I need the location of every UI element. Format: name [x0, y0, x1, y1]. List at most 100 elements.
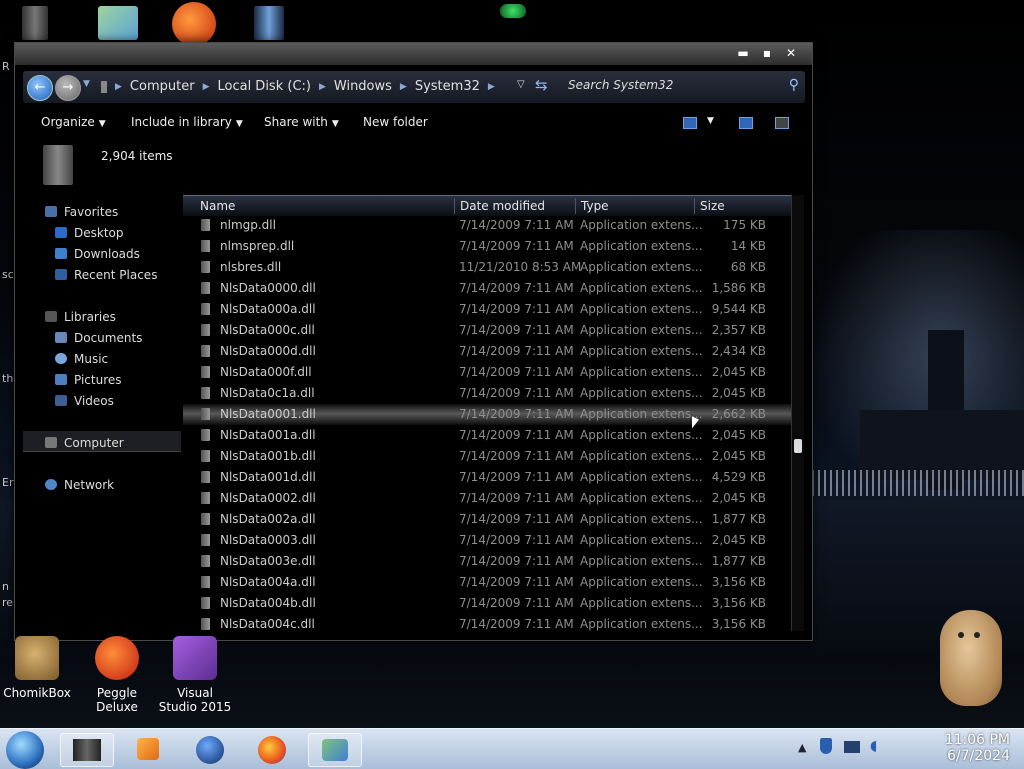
file-row[interactable]: NlsData004b.dll 7/14/2009 7:11 AM Applicat… — [183, 593, 791, 614]
search-icon[interactable]: ⚲ — [789, 77, 799, 93]
new-folder-button[interactable]: New folder — [363, 115, 428, 129]
nav-computer[interactable]: Computer — [45, 436, 124, 450]
file-row[interactable]: NlsData0000.dll 7/14/2009 7:11 AM Applicat… — [183, 278, 791, 299]
blue-tower-icon[interactable] — [254, 6, 284, 40]
file-row[interactable]: NlsData0002.dll 7/14/2009 7:11 AM Applicat… — [183, 488, 791, 509]
file-row[interactable]: NlsData0c1a.dll 7/14/2009 7:11 AM Applicat… — [183, 383, 791, 404]
breadcrumb-separator-icon[interactable]: ▶ — [203, 82, 210, 92]
file-size: 2,045 KB — [711, 365, 766, 379]
computer-tower-icon[interactable] — [22, 6, 48, 40]
include-in-library-button[interactable]: Include in library ▼ — [131, 115, 243, 129]
file-name: NlsData004c.dll — [220, 617, 315, 631]
file-row[interactable]: NlsData001b.dll 7/14/2009 7:11 AM Applicat… — [183, 446, 791, 467]
taskbar-globe[interactable] — [184, 733, 236, 765]
breadcrumb-separator-icon[interactable]: ▶ — [488, 82, 495, 92]
file-row[interactable]: NlsData000a.dll 7/14/2009 7:11 AM Applicat… — [183, 299, 791, 320]
file-row[interactable]: NlsData0001.dll 7/14/2009 7:11 AM Applicat… — [183, 404, 791, 425]
show-hidden-icons[interactable]: ▲ — [798, 741, 806, 754]
preview-pane-icon[interactable] — [739, 117, 753, 129]
column-divider[interactable] — [454, 198, 455, 214]
nav-favorites[interactable]: Favorites — [45, 205, 118, 219]
shield-icon[interactable] — [820, 738, 832, 754]
dll-file-icon — [201, 408, 210, 420]
file-row[interactable]: nlsbres.dll 11/21/2010 8:53 AM Application… — [183, 257, 791, 278]
nav-desktop[interactable]: Desktop — [55, 226, 124, 240]
breadcrumb-separator-icon[interactable]: ▶ — [400, 82, 407, 92]
column-type[interactable]: Type — [581, 199, 609, 213]
breadcrumb[interactable]: ▶ Computer ▶ Local Disk (C:) ▶ Windows ▶… — [101, 79, 495, 94]
breadcrumb-separator-icon[interactable]: ▶ — [115, 82, 122, 92]
view-options-chevron-icon[interactable]: ▼ — [707, 116, 714, 126]
nav-network[interactable]: Network — [45, 478, 114, 492]
file-row[interactable]: NlsData003e.dll 7/14/2009 7:11 AM Applicat… — [183, 551, 791, 572]
share-with-button[interactable]: Share with ▼ — [264, 115, 339, 129]
desktop-icon-chomikbox[interactable]: ChomikBox — [0, 636, 74, 700]
forward-button[interactable]: → — [55, 75, 81, 101]
volume-icon[interactable]: ◖ — [870, 738, 877, 754]
column-name[interactable]: Name — [200, 199, 235, 213]
column-divider[interactable] — [694, 198, 695, 214]
column-divider[interactable] — [575, 198, 576, 214]
globe-icon — [196, 736, 224, 764]
file-row[interactable]: NlsData001a.dll 7/14/2009 7:11 AM Applicat… — [183, 425, 791, 446]
help-icon[interactable] — [775, 117, 789, 129]
display-icon[interactable] — [844, 741, 860, 753]
details-header: 2,904 items — [15, 141, 812, 191]
minimize-button[interactable]: ▬ — [733, 45, 753, 61]
file-row[interactable]: NlsData004a.dll 7/14/2009 7:11 AM Applicat… — [183, 572, 791, 593]
system-clock[interactable]: 11:06 PM 6/7/2024 — [900, 732, 1010, 764]
column-size[interactable]: Size — [700, 199, 725, 213]
nav-documents[interactable]: Documents — [55, 331, 142, 345]
breadcrumb-local-disk[interactable]: Local Disk (C:) — [217, 79, 310, 94]
file-row[interactable]: NlsData001d.dll 7/14/2009 7:11 AM Applicat… — [183, 467, 791, 488]
nav-pictures[interactable]: Pictures — [55, 373, 122, 387]
file-row[interactable]: NlsData000f.dll 7/14/2009 7:11 AM Applicat… — [183, 362, 791, 383]
peggle-top-icon[interactable] — [172, 2, 216, 46]
breadcrumb-windows[interactable]: Windows — [334, 79, 392, 94]
explorer-window[interactable]: ▬ ▪ ✕ ← → ▼ ▶ Computer ▶ Local Disk (C:)… — [14, 42, 813, 641]
nav-videos[interactable]: Videos — [55, 394, 114, 408]
refresh-icon[interactable]: ⇆ — [535, 76, 548, 94]
file-row[interactable]: NlsData002a.dll 7/14/2009 7:11 AM Applicat… — [183, 509, 791, 530]
file-size: 1,877 KB — [711, 512, 766, 526]
mail-icon[interactable] — [98, 6, 138, 40]
back-button[interactable]: ← — [27, 75, 53, 101]
organize-button[interactable]: Organize ▼ — [41, 115, 106, 129]
nav-libraries[interactable]: Libraries — [45, 310, 116, 324]
pictures-icon — [55, 374, 67, 385]
start-button[interactable] — [6, 731, 44, 769]
nav-recent-places[interactable]: Recent Places — [55, 268, 157, 282]
breadcrumb-separator-icon[interactable]: ▶ — [319, 82, 326, 92]
title-bar[interactable]: ▬ ▪ ✕ — [15, 43, 812, 65]
nav-music[interactable]: Music — [55, 352, 108, 366]
file-row[interactable]: NlsData000d.dll 7/14/2009 7:11 AM Applicat… — [183, 341, 791, 362]
desktop-icon-visual-studio[interactable]: Visual Studio 2015 — [158, 636, 232, 714]
nav-downloads[interactable]: Downloads — [55, 247, 140, 261]
column-date-modified[interactable]: Date modified — [460, 199, 545, 213]
taskbar-media-player[interactable] — [122, 733, 174, 765]
file-row[interactable]: nlmgp.dll 7/14/2009 7:11 AM Application ex… — [183, 215, 791, 236]
hamster-gadget-icon[interactable] — [940, 610, 1002, 706]
breadcrumb-computer[interactable]: Computer — [130, 79, 195, 94]
breadcrumb-system32[interactable]: System32 — [415, 79, 480, 94]
file-list[interactable]: Name Date modified Type Size nlmgp.dll 7/… — [183, 195, 791, 631]
taskbar-firefox[interactable] — [246, 733, 298, 765]
desktop-edge-text: th — [2, 372, 14, 385]
search-input[interactable]: Search System32 ⚲ — [568, 77, 803, 96]
taskbar-explorer[interactable] — [60, 733, 114, 767]
file-row[interactable]: nlmsprep.dll 7/14/2009 7:11 AM Application… — [183, 236, 791, 257]
file-row[interactable]: NlsData0003.dll 7/14/2009 7:11 AM Applicat… — [183, 530, 791, 551]
desktop-icon-peggle[interactable]: Peggle Deluxe — [80, 636, 154, 714]
scrollbar-thumb[interactable] — [794, 439, 802, 453]
vertical-scrollbar[interactable] — [791, 195, 804, 631]
maximize-button[interactable]: ▪ — [757, 45, 777, 61]
file-type: Application extens... — [580, 323, 703, 337]
taskbar-network-users[interactable] — [308, 733, 362, 767]
file-row[interactable]: NlsData004c.dll 7/14/2009 7:11 AM Applicat… — [183, 614, 791, 635]
dll-file-icon — [201, 450, 210, 462]
address-dropdown-icon[interactable]: ▽ — [517, 79, 525, 90]
close-button[interactable]: ✕ — [781, 45, 801, 61]
file-row[interactable]: NlsData000c.dll 7/14/2009 7:11 AM Applicat… — [183, 320, 791, 341]
recent-pages-chevron-icon[interactable]: ▼ — [83, 79, 90, 89]
change-view-icon[interactable] — [683, 117, 697, 129]
